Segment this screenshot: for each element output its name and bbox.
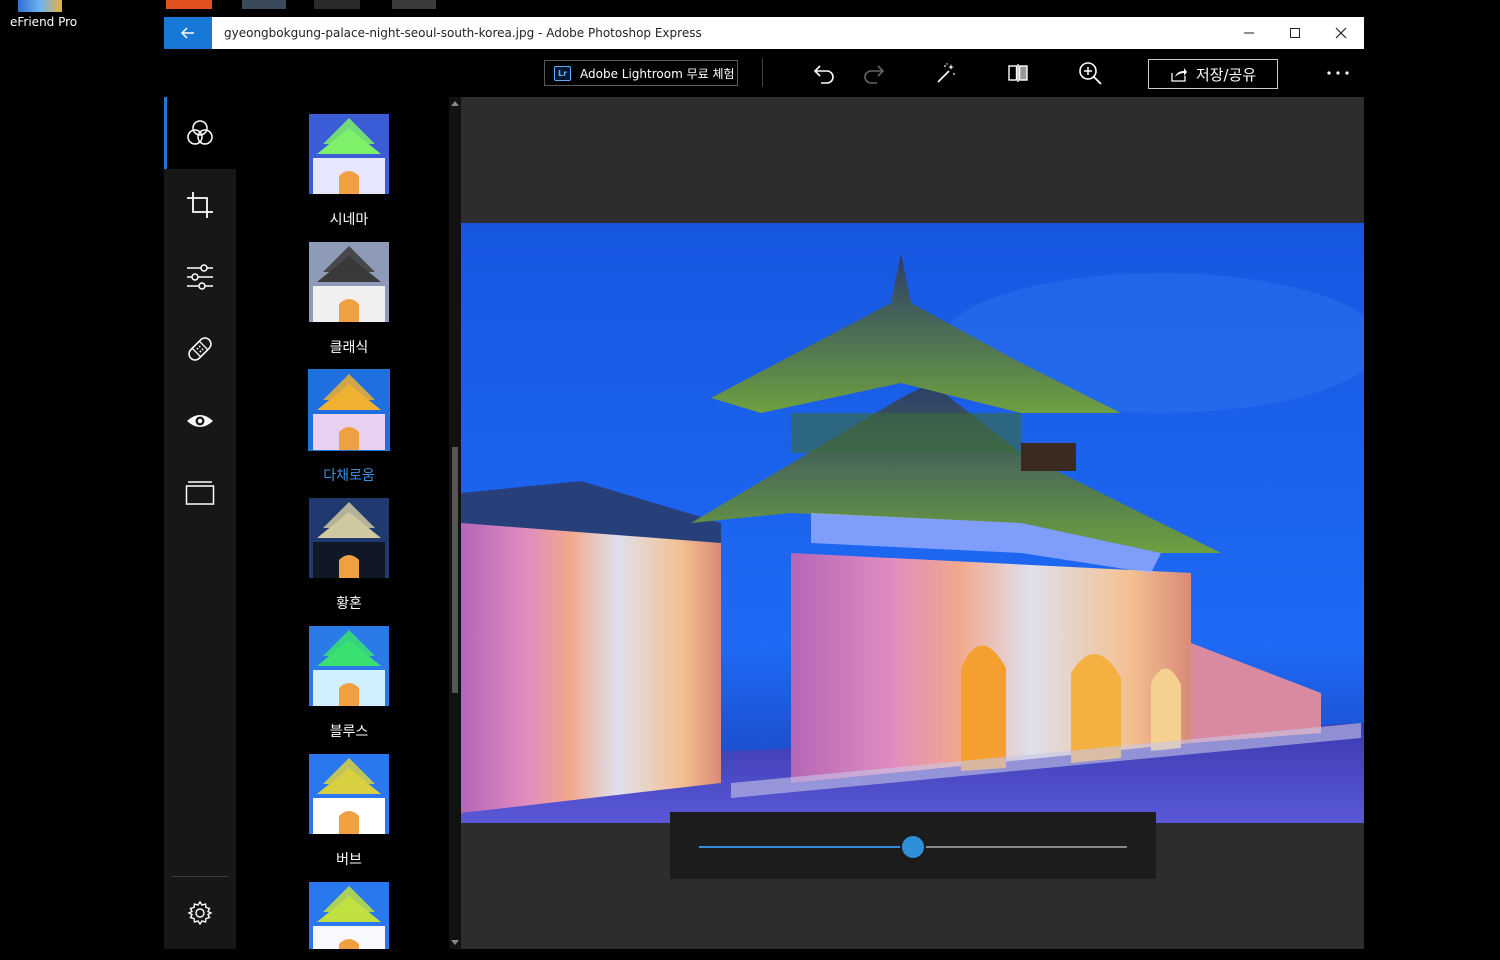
app-window: gyeongbokgung-palace-night-seoul-south-k… xyxy=(164,17,1364,949)
zoom-in-icon xyxy=(1079,62,1102,85)
look-label: 시네마 xyxy=(329,212,369,228)
looks-tool-button[interactable] xyxy=(164,97,236,169)
frame-icon xyxy=(185,481,215,505)
lightroom-logo-icon: Lr xyxy=(554,65,571,81)
look-item[interactable]: 다채로움 xyxy=(308,369,390,485)
more-horizontal-icon xyxy=(1327,71,1349,75)
title-bar: gyeongbokgung-palace-night-seoul-south-k… xyxy=(164,17,1364,49)
scroll-thumb[interactable] xyxy=(452,447,458,693)
lightroom-trial-button[interactable]: Lr Adobe Lightroom 무료 체험 xyxy=(544,60,738,86)
heal-tool-button[interactable] xyxy=(164,313,236,385)
compare-button[interactable] xyxy=(1003,58,1033,88)
magic-wand-icon xyxy=(937,63,955,83)
redo-button[interactable] xyxy=(859,58,889,88)
look-item[interactable]: 클래식 xyxy=(308,241,390,357)
maximize-icon xyxy=(1290,28,1300,38)
red-eye-tool-button[interactable] xyxy=(164,385,236,457)
undo-icon xyxy=(813,65,834,84)
settings-button[interactable] xyxy=(164,877,236,949)
redo-icon xyxy=(864,65,885,84)
minimize-icon xyxy=(1244,32,1254,34)
minimize-button[interactable] xyxy=(1226,17,1272,49)
sliders-icon xyxy=(187,264,213,290)
zoom-button[interactable] xyxy=(1075,58,1105,88)
look-thumbnail[interactable] xyxy=(308,753,390,835)
share-icon xyxy=(1171,68,1187,82)
look-label: 블루스 xyxy=(329,724,369,740)
maximize-button[interactable] xyxy=(1272,17,1318,49)
look-item[interactable]: 시네마 xyxy=(308,113,390,229)
look-thumbnail[interactable] xyxy=(308,881,390,949)
desktop-thumbnail xyxy=(166,0,212,9)
look-thumbnail[interactable] xyxy=(308,241,390,323)
look-label: 클래식 xyxy=(329,340,369,356)
crop-tool-button[interactable] xyxy=(164,169,236,241)
auto-fix-button[interactable] xyxy=(931,58,961,88)
edited-photo[interactable] xyxy=(461,223,1364,823)
intensity-slider-fill xyxy=(699,846,913,848)
looks-icon xyxy=(187,120,213,145)
arrow-left-icon xyxy=(181,27,194,39)
intensity-slider-handle[interactable] xyxy=(900,834,926,860)
scroll-down-button[interactable] xyxy=(449,937,461,949)
adjust-tool-button[interactable] xyxy=(164,241,236,313)
caret-up-icon xyxy=(451,101,459,106)
desktop-thumbnail xyxy=(392,0,436,9)
frames-tool-button[interactable] xyxy=(164,457,236,529)
save-share-button[interactable]: 저장/공유 xyxy=(1148,59,1278,89)
lightroom-trial-label: Adobe Lightroom 무료 체험 xyxy=(580,66,735,81)
image-canvas xyxy=(461,97,1364,949)
look-item[interactable] xyxy=(308,881,390,949)
toolbar-divider xyxy=(762,59,763,87)
desktop-thumbnail xyxy=(314,0,360,9)
look-item[interactable]: 황혼 xyxy=(308,497,390,613)
tool-rail xyxy=(164,97,236,949)
desktop-icon-label[interactable]: eFriend Pro xyxy=(10,15,77,29)
eye-icon xyxy=(187,415,213,427)
toolbar: Lr Adobe Lightroom 무료 체험 저장/공유 xyxy=(164,49,1364,97)
look-thumbnail[interactable] xyxy=(308,369,390,451)
look-item[interactable]: 버브 xyxy=(308,753,390,869)
crop-icon xyxy=(187,192,213,218)
look-label: 다채로움 xyxy=(323,468,375,484)
bandage-icon xyxy=(188,337,212,361)
look-thumbnail[interactable] xyxy=(308,625,390,707)
window-title: gyeongbokgung-palace-night-seoul-south-k… xyxy=(224,26,702,40)
desktop-app-icon[interactable] xyxy=(18,0,62,12)
more-options-button[interactable] xyxy=(1323,58,1353,88)
look-label: 황혼 xyxy=(336,596,362,612)
compare-icon xyxy=(1008,64,1028,82)
look-label: 버브 xyxy=(336,852,362,868)
look-thumbnail[interactable] xyxy=(308,497,390,579)
close-icon xyxy=(1335,27,1347,39)
look-thumbnail[interactable] xyxy=(308,113,390,195)
back-button[interactable] xyxy=(164,17,212,49)
looks-scrollbar[interactable] xyxy=(449,97,461,949)
gear-icon xyxy=(187,900,213,926)
desktop-thumbnail xyxy=(242,0,286,9)
undo-button[interactable] xyxy=(809,58,839,88)
look-item[interactable]: 블루스 xyxy=(308,625,390,741)
looks-panel: 시네마클래식다채로움황혼블루스버브 xyxy=(236,97,449,949)
scroll-up-button[interactable] xyxy=(449,97,461,109)
close-button[interactable] xyxy=(1318,17,1364,49)
save-share-label: 저장/공유 xyxy=(1195,65,1257,84)
intensity-panel xyxy=(670,812,1156,879)
caret-down-icon xyxy=(451,940,459,945)
